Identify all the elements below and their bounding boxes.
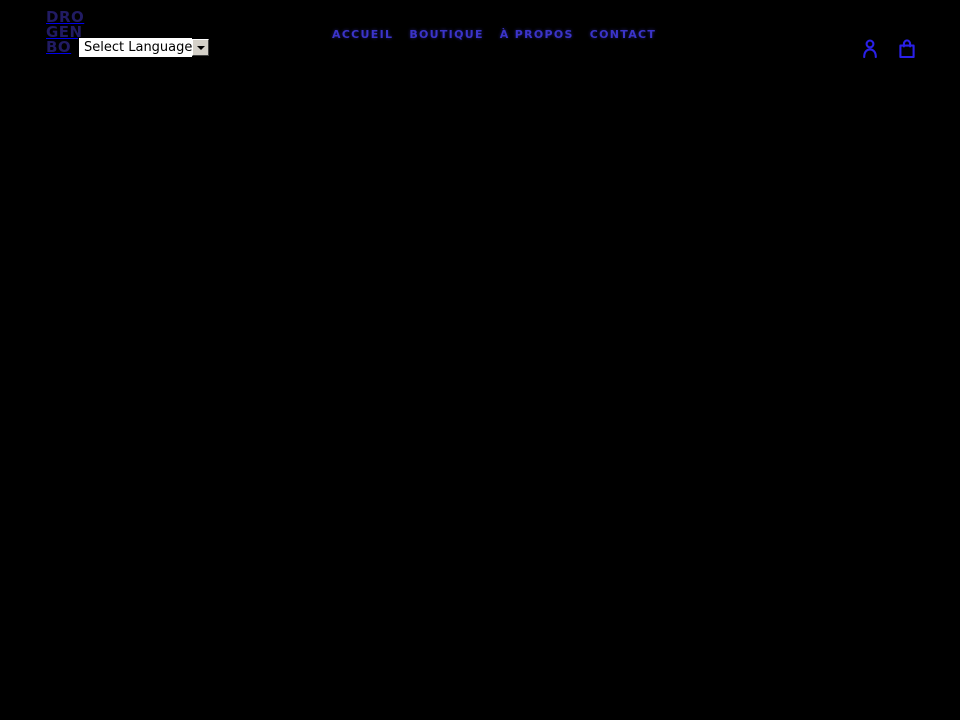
cart-button[interactable] <box>898 38 916 58</box>
shopping-bag-icon <box>899 38 915 58</box>
page-root: DRO GEN BO Select Language ACCUEIL BOUTI… <box>0 0 960 720</box>
header-actions <box>862 38 916 58</box>
nav-item-boutique[interactable]: BOUTIQUE <box>409 28 499 42</box>
language-select-value: Select Language <box>84 40 193 55</box>
language-select[interactable]: Select Language <box>78 37 210 58</box>
language-select-face[interactable]: Select Language <box>79 38 193 57</box>
main-content <box>0 76 960 720</box>
site-header: DRO GEN BO Select Language ACCUEIL BOUTI… <box>0 0 960 76</box>
language-select-arrow-button[interactable] <box>192 39 210 56</box>
chevron-down-icon <box>196 45 205 50</box>
user-icon <box>863 39 877 58</box>
account-button[interactable] <box>862 38 880 58</box>
nav-item-apropos[interactable]: À PROPOS <box>500 28 590 42</box>
nav-item-accueil[interactable]: ACCUEIL <box>332 28 409 42</box>
nav-item-contact[interactable]: CONTACT <box>590 28 656 42</box>
main-navigation: ACCUEIL BOUTIQUE À PROPOS CONTACT <box>332 28 656 42</box>
